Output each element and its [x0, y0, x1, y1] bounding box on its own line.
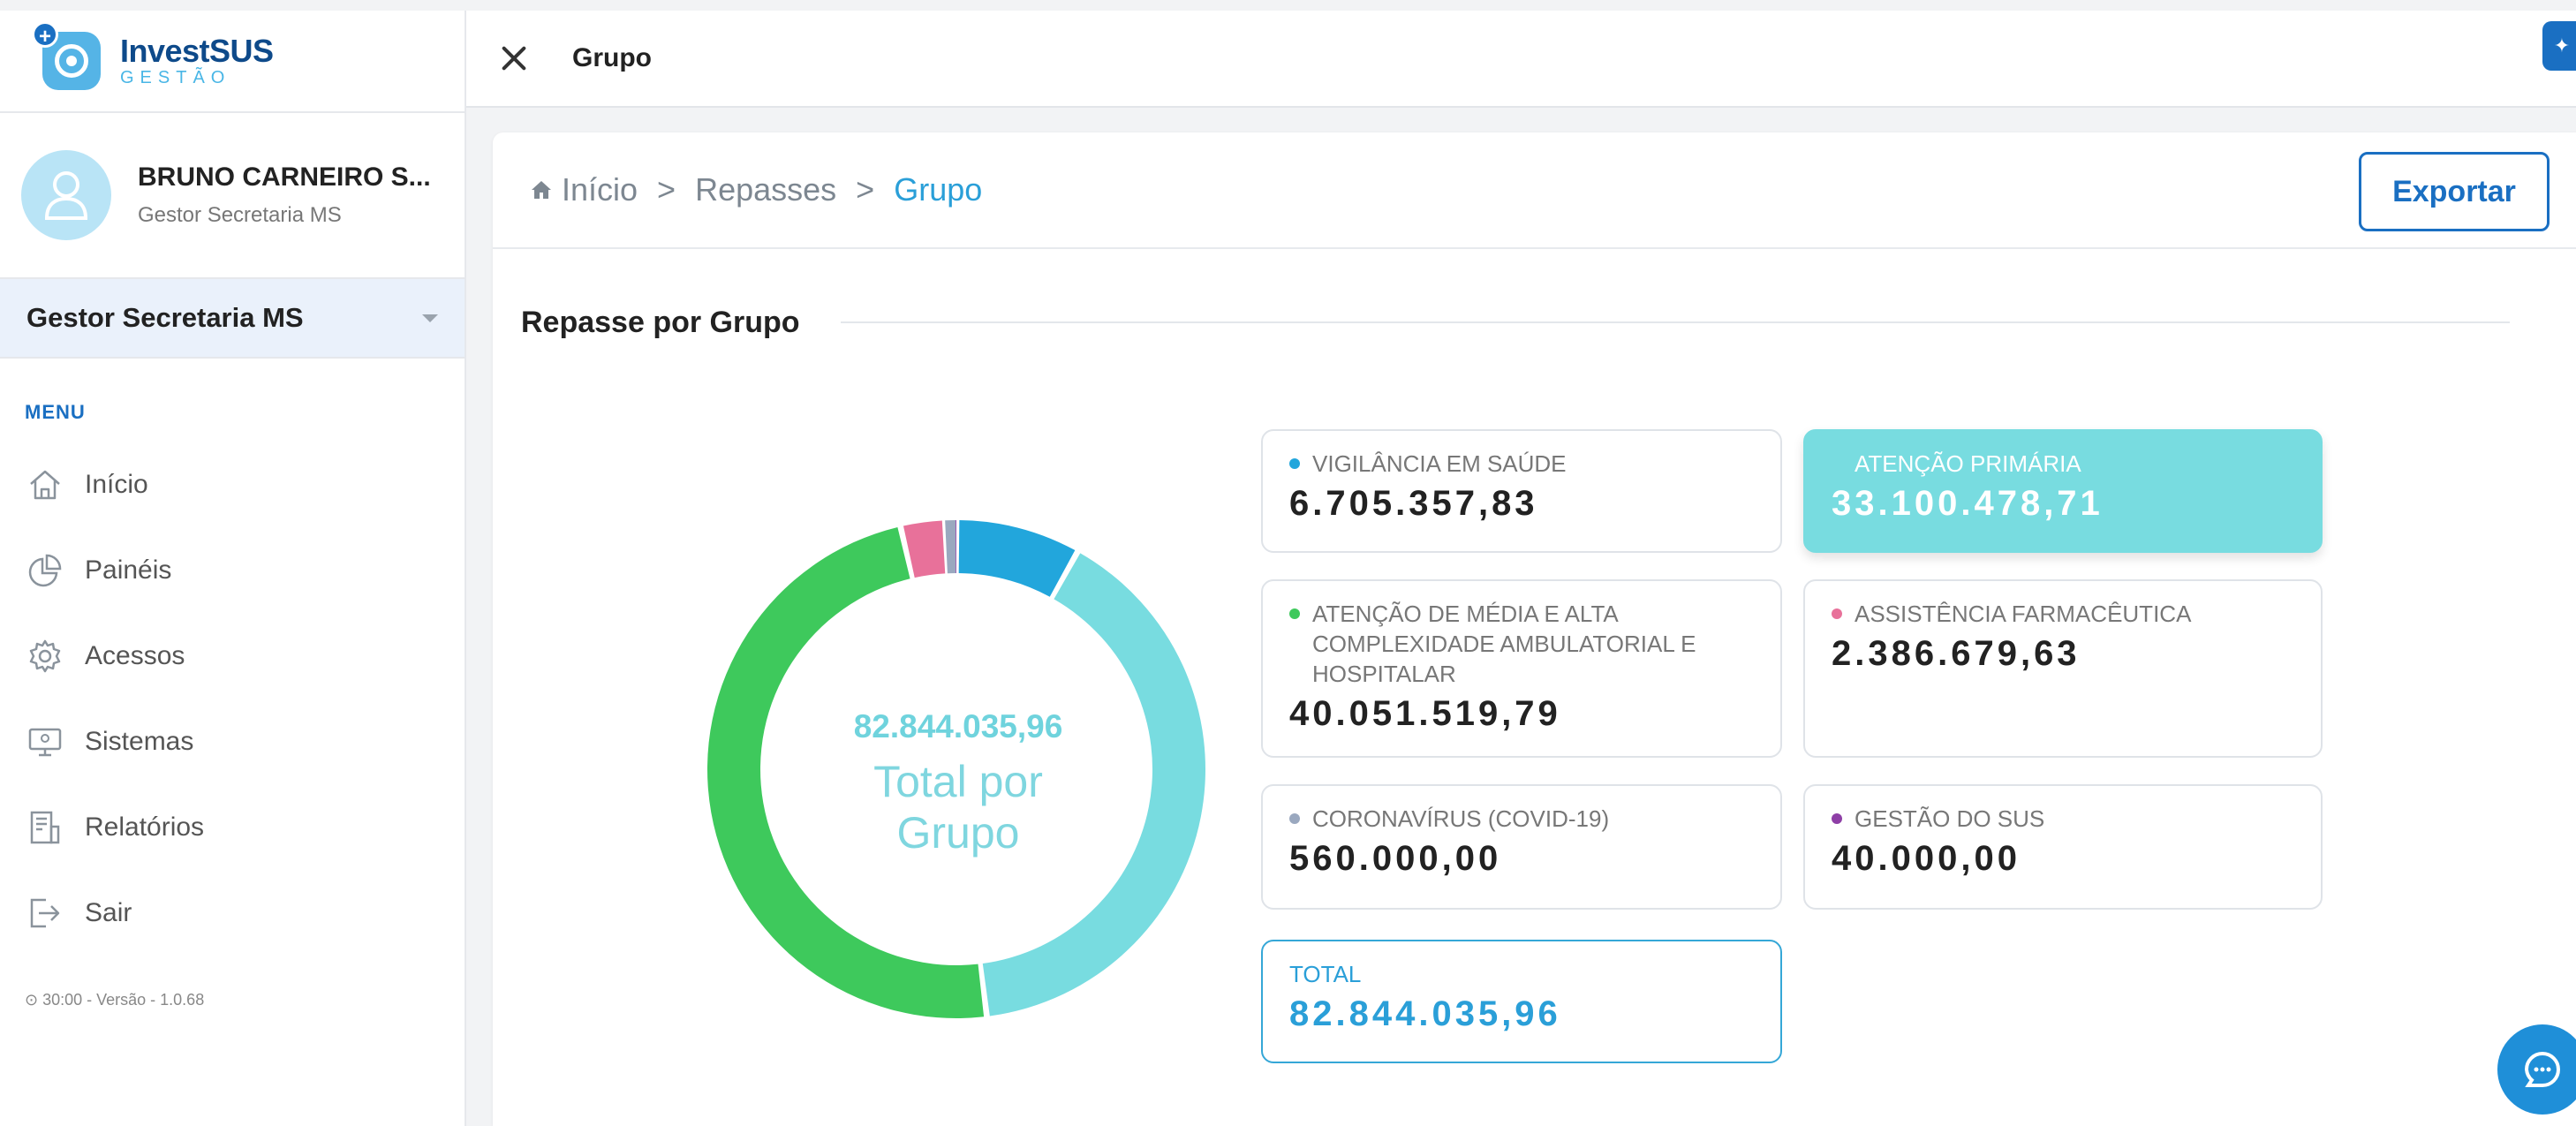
pie-chart-icon	[28, 554, 62, 586]
profile-select[interactable]: Gestor Secretaria MS	[0, 279, 465, 359]
tile-name: ASSISTÊNCIA FARMACÊUTICA	[1855, 601, 2192, 627]
tile-atencao-primaria[interactable]: ATENÇÃO PRIMÁRIA 33.100.478,71	[1803, 429, 2323, 553]
tile-gestao-sus[interactable]: GESTÃO DO SUS 40.000,00	[1803, 784, 2323, 910]
investsus-logo-icon: +	[32, 21, 101, 90]
report-icon	[30, 811, 60, 843]
tile-total: TOTAL 82.844.035,96	[1261, 940, 1782, 1063]
tile-value: 2.386.679,63	[1832, 634, 2081, 673]
menu-item-inicio[interactable]: Início	[0, 442, 465, 527]
chat-icon	[2524, 1052, 2560, 1087]
tile-value: 6.705.357,83	[1289, 484, 1538, 523]
gov-badge-icon[interactable]: ✦	[2542, 21, 2576, 71]
breadcrumb-separator: >	[856, 171, 875, 208]
logo-subtitle: GESTÃO	[120, 68, 231, 87]
donut-slice-4[interactable]	[945, 520, 956, 574]
tile-name: GESTÃO DO SUS	[1855, 805, 2045, 832]
logout-icon	[30, 898, 60, 927]
section-divider	[841, 321, 2510, 323]
legend-dot	[1289, 608, 1300, 619]
menu-item-sistemas[interactable]: Sistemas	[0, 699, 465, 784]
breadcrumb-inicio[interactable]: Início	[562, 171, 638, 208]
donut-slice-3[interactable]	[903, 520, 946, 578]
menu-title: MENU	[25, 401, 86, 423]
card-header: Início > Repasses > Grupo Exportar	[493, 132, 2576, 249]
tile-media-alta-complexidade[interactable]: ATENÇÃO DE MÉDIA E ALTA COMPLEXIDADE AMB…	[1261, 579, 1782, 758]
menu-item-label: Painéis	[85, 555, 172, 585]
close-icon[interactable]	[498, 42, 530, 74]
gear-icon	[29, 639, 61, 672]
monitor-icon	[28, 728, 62, 756]
menu-item-label: Acessos	[85, 640, 185, 670]
topbar: Grupo ✦	[466, 11, 2576, 108]
legend-dot	[1832, 813, 1842, 824]
user-icon	[44, 171, 88, 220]
breadcrumb-repasses[interactable]: Repasses	[695, 171, 836, 208]
user-name: BRUNO CARNEIRO S...	[138, 162, 431, 192]
tile-value: 82.844.035,96	[1289, 994, 1561, 1033]
menu-item-label: Relatórios	[85, 812, 205, 842]
user-role: Gestor Secretaria MS	[138, 203, 342, 227]
tile-name: VIGILÂNCIA EM SAÚDE	[1312, 450, 1567, 477]
profile-select-value: Gestor Secretaria MS	[26, 302, 304, 333]
export-button[interactable]: Exportar	[2359, 152, 2550, 231]
menu-item-paineis[interactable]: Painéis	[0, 527, 465, 613]
tile-name: ATENÇÃO DE MÉDIA E ALTA COMPLEXIDADE AMB…	[1312, 601, 1696, 687]
legend-dot	[1832, 608, 1842, 619]
donut-slice-0[interactable]	[958, 520, 1076, 597]
tile-name: TOTAL	[1289, 961, 1362, 987]
home-icon	[532, 181, 551, 199]
tile-assistencia-farmaceutica[interactable]: ASSISTÊNCIA FARMACÊUTICA 2.386.679,63	[1803, 579, 2323, 758]
breadcrumb-grupo: Grupo	[894, 171, 983, 208]
menu-item-relatorios[interactable]: Relatórios	[0, 784, 465, 870]
donut-total-label: Total por Grupo	[873, 757, 1043, 858]
avatar	[21, 150, 111, 240]
tile-value: 40.000,00	[1832, 839, 2021, 878]
tile-vigilancia[interactable]: VIGILÂNCIA EM SAÚDE 6.705.357,83	[1261, 429, 1782, 553]
menu-item-label: Sistemas	[85, 726, 194, 756]
menu-list: Início Painéis Acessos Sistemas Relatóri…	[0, 442, 465, 956]
tile-name: CORONAVÍRUS (COVID-19)	[1312, 805, 1610, 832]
tile-name: ATENÇÃO PRIMÁRIA	[1855, 450, 2081, 477]
legend-dot	[1289, 458, 1300, 469]
session-version: ⊙ 30:00 - Versão - 1.0.68	[25, 991, 205, 1009]
topbar-title: Grupo	[572, 43, 652, 72]
donut-total-value: 82.844.035,96	[853, 708, 1063, 744]
logo-title: InvestSUS	[120, 33, 274, 69]
tile-value: 560.000,00	[1289, 839, 1502, 878]
home-icon	[30, 470, 60, 499]
breadcrumb-separator: >	[657, 171, 676, 208]
menu-item-sair[interactable]: Sair	[0, 870, 465, 956]
menu-item-label: Início	[85, 469, 148, 499]
section-title: Repasse por Grupo	[521, 306, 800, 339]
menu-item-acessos[interactable]: Acessos	[0, 613, 465, 699]
sidebar: + InvestSUS GESTÃO BRUNO CARNEIRO S... G…	[0, 11, 466, 1126]
breadcrumb: Início > Repasses > Grupo	[530, 171, 982, 208]
logo[interactable]: + InvestSUS GESTÃO	[0, 11, 465, 113]
menu-item-label: Sair	[85, 897, 132, 927]
tile-value: 33.100.478,71	[1832, 484, 2104, 523]
tile-coronavirus[interactable]: CORONAVÍRUS (COVID-19) 560.000,00	[1261, 784, 1782, 910]
chevron-down-icon	[422, 314, 438, 322]
legend-dot	[1289, 813, 1300, 824]
tile-value: 40.051.519,79	[1289, 694, 1561, 733]
user-profile: BRUNO CARNEIRO S... Gestor Secretaria MS	[0, 113, 465, 279]
